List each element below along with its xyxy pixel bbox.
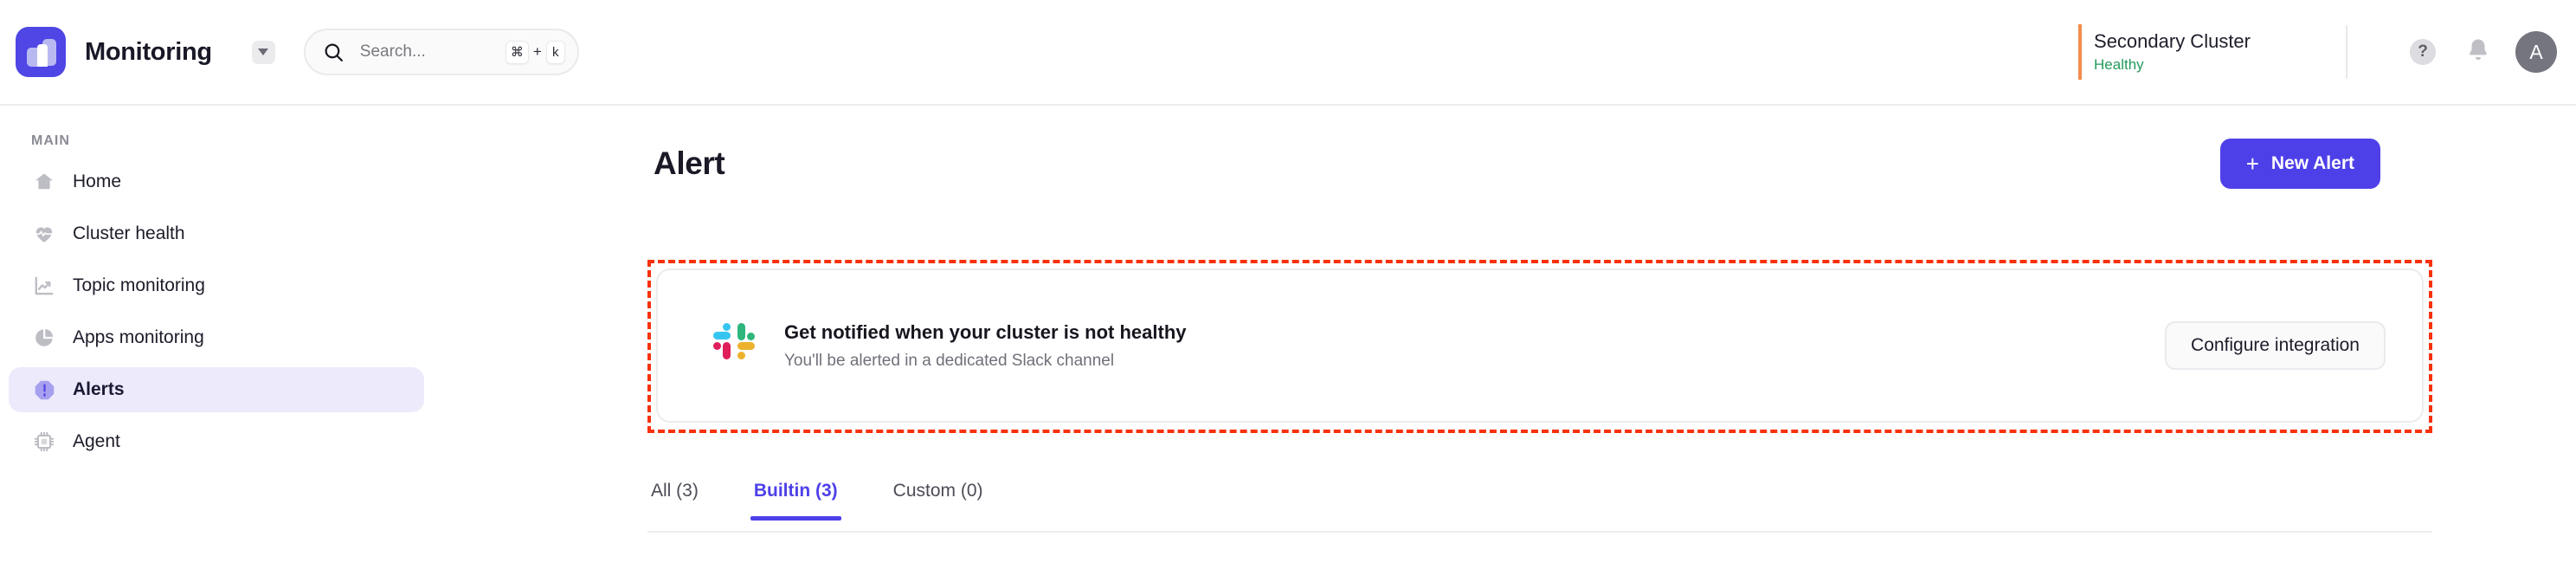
- notification-bell-icon: [2464, 36, 2492, 68]
- pie-chart-icon: [31, 327, 57, 349]
- sidebar-nav-list: Home Cluster health Topic monitoring App…: [0, 159, 450, 464]
- sidebar-item-alerts[interactable]: Alerts: [9, 367, 424, 412]
- header-right-group: Secondary Cluster Healthy ? A: [2078, 0, 2576, 104]
- search-input[interactable]: Search... ⌘ + k: [303, 29, 579, 75]
- header-divider: [2346, 25, 2347, 79]
- slack-integration-banner: Get notified when your cluster is not he…: [656, 268, 2424, 423]
- avatar[interactable]: A: [2515, 31, 2557, 73]
- new-alert-button-label: New Alert: [2270, 153, 2354, 173]
- banner-title: Get notified when your cluster is not he…: [784, 320, 1187, 343]
- tab-custom[interactable]: Custom (0): [890, 474, 987, 521]
- chevron-down-glyph: [258, 48, 269, 55]
- top-header: Monitoring Search... ⌘ + k Secondary Clu…: [0, 0, 2576, 106]
- chevron-down-icon[interactable]: [251, 40, 275, 64]
- sidebar: MAIN Home Cluster health Topic monitorin…: [0, 106, 450, 582]
- search-placeholder: Search...: [359, 42, 426, 61]
- configure-integration-button[interactable]: Configure integration: [2165, 321, 2386, 370]
- sidebar-item-label: Apps monitoring: [73, 327, 204, 347]
- sidebar-item-cluster-health[interactable]: Cluster health: [9, 211, 424, 256]
- brand[interactable]: Monitoring: [16, 27, 212, 77]
- sidebar-item-label: Agent: [73, 431, 120, 451]
- page-header: Alert + New Alert: [654, 139, 2380, 189]
- sidebar-item-agent[interactable]: Agent: [9, 419, 424, 464]
- banner-subtitle: You'll be alerted in a dedicated Slack c…: [784, 351, 1115, 370]
- tab-builtin[interactable]: Builtin (3): [750, 474, 841, 521]
- plus-icon: +: [2245, 151, 2259, 177]
- page-title: Alert: [654, 146, 725, 181]
- kbd-plus: +: [532, 43, 542, 60]
- new-alert-button[interactable]: + New Alert: [2219, 139, 2380, 189]
- search-icon: [323, 42, 345, 63]
- cluster-name: Secondary Cluster: [2094, 30, 2251, 53]
- help-button[interactable]: ?: [2403, 32, 2443, 72]
- sidebar-item-home[interactable]: Home: [9, 159, 424, 204]
- line-chart-icon: [31, 275, 57, 297]
- logo-bar-mid: [37, 44, 48, 67]
- kbd-k: k: [545, 40, 565, 64]
- brand-title: Monitoring: [85, 37, 212, 66]
- banner-texts: Get notified when your cluster is not he…: [784, 321, 1187, 371]
- kbd-command: ⌘: [505, 40, 529, 64]
- sidebar-item-apps-monitoring[interactable]: Apps monitoring: [9, 315, 424, 360]
- cpu-chip-icon: [31, 430, 57, 453]
- main-content: Alert + New Alert Get notified when your…: [450, 106, 2576, 582]
- alerts-tabs: All (3) Builtin (3) Custom (0): [647, 474, 2432, 533]
- sidebar-item-label: Cluster health: [73, 223, 185, 243]
- home-icon: [31, 171, 57, 193]
- sidebar-item-label: Home: [73, 171, 122, 191]
- sidebar-item-label: Topic monitoring: [73, 275, 205, 295]
- cluster-selector[interactable]: Secondary Cluster Healthy: [2078, 24, 2251, 80]
- app-logo-icon: [16, 27, 66, 77]
- app-root: Monitoring Search... ⌘ + k Secondary Clu…: [0, 0, 2576, 582]
- sidebar-item-label: Alerts: [73, 379, 125, 399]
- cluster-status-badge: Healthy: [2094, 55, 2144, 73]
- tab-all[interactable]: All (3): [647, 474, 702, 521]
- help-question-icon: ?: [2410, 39, 2436, 65]
- alert-octagon-icon: [31, 378, 57, 402]
- heart-pulse-icon: [31, 223, 57, 245]
- sidebar-section-label: MAIN: [31, 133, 70, 148]
- cluster-text: Secondary Cluster Healthy: [2094, 29, 2251, 74]
- slack-logo-icon: [712, 323, 757, 368]
- sidebar-item-topic-monitoring[interactable]: Topic monitoring: [9, 263, 424, 308]
- search-shortcut-hint: ⌘ + k: [505, 40, 565, 64]
- notifications-button[interactable]: [2458, 32, 2498, 72]
